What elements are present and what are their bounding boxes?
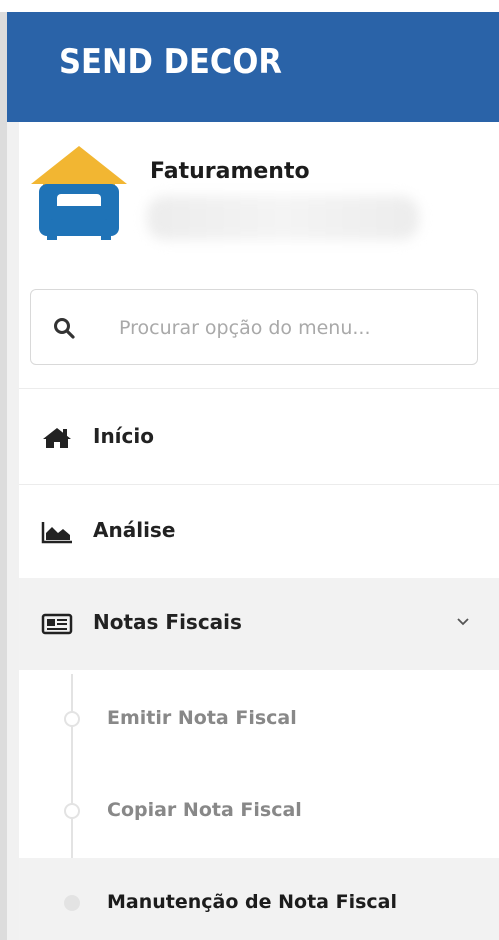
window-top-edge bbox=[0, 0, 499, 12]
submenu-label: Copiar Nota Fiscal bbox=[107, 799, 302, 821]
menu-item-notas-fiscais[interactable]: Notas Fiscais bbox=[19, 578, 499, 670]
tree-node-dot bbox=[64, 895, 80, 911]
chevron-down-icon[interactable] bbox=[455, 616, 471, 628]
left-border bbox=[0, 12, 7, 940]
menu-label: Início bbox=[93, 424, 154, 448]
notas-fiscais-submenu: Emitir Nota Fiscal Copiar Nota Fiscal Ma… bbox=[19, 674, 499, 940]
sofa-house-logo bbox=[31, 146, 127, 240]
profile-panel: Faturamento bbox=[19, 122, 499, 272]
profile-name: Faturamento bbox=[150, 159, 310, 184]
divider bbox=[19, 484, 499, 485]
app-title[interactable]: SEND DECOR bbox=[59, 42, 282, 82]
menu-label: Análise bbox=[93, 518, 176, 542]
left-inner-border bbox=[7, 122, 19, 940]
submenu-item-copiar[interactable]: Copiar Nota Fiscal bbox=[19, 766, 499, 858]
submenu-item-manutencao[interactable]: Manutenção de Nota Fiscal bbox=[19, 858, 499, 940]
submenu-label: Emitir Nota Fiscal bbox=[107, 707, 297, 729]
tree-node-dot bbox=[64, 711, 80, 727]
menu-item-analise[interactable]: Análise bbox=[19, 486, 499, 578]
search-input[interactable] bbox=[119, 312, 459, 344]
menu-item-inicio[interactable]: Início bbox=[19, 392, 499, 484]
submenu-item-emitir[interactable]: Emitir Nota Fiscal bbox=[19, 674, 499, 766]
home-icon bbox=[43, 428, 71, 448]
divider bbox=[19, 388, 499, 389]
app-header: SEND DECOR bbox=[7, 12, 499, 122]
profile-subtitle-blurred bbox=[147, 196, 419, 240]
search-icon bbox=[54, 318, 75, 339]
newspaper-icon bbox=[41, 613, 73, 635]
submenu-label: Manutenção de Nota Fiscal bbox=[107, 891, 398, 913]
menu-label: Notas Fiscais bbox=[93, 610, 242, 634]
area-chart-icon bbox=[41, 522, 72, 544]
tree-node-dot bbox=[64, 803, 80, 819]
sidebar: Faturamento Início Análise bbox=[19, 122, 499, 940]
menu-search[interactable] bbox=[30, 289, 478, 365]
